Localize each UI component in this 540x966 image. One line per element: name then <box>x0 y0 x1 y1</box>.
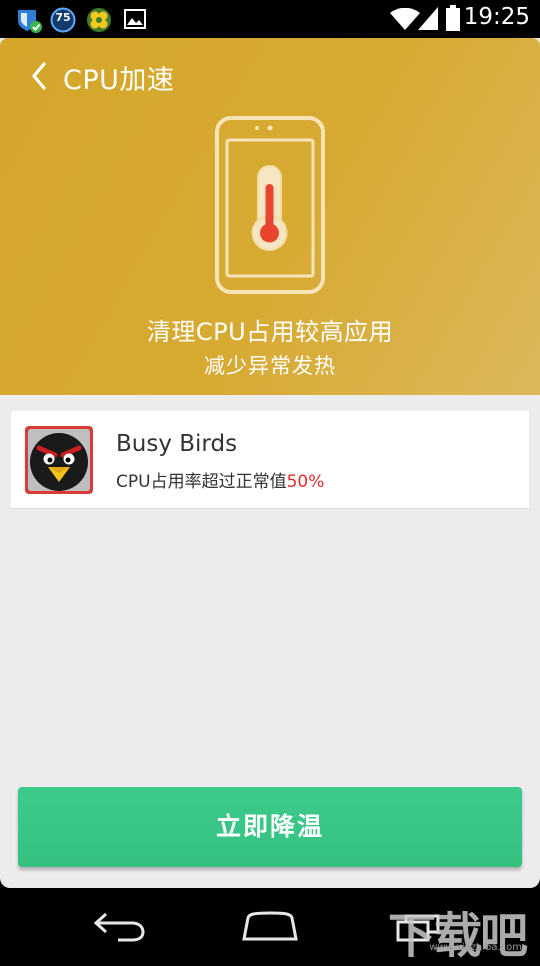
watermark-url: www.xiazaiba.com <box>429 942 522 953</box>
notification-badge-count: 75 <box>55 11 71 24</box>
app-name: Busy Birds <box>116 431 238 457</box>
header-headline: 清理CPU占用较高应用 <box>146 318 394 346</box>
back-nav-icon[interactable] <box>92 910 148 946</box>
wifi-icon <box>390 7 420 34</box>
app-cpu-desc: CPU占用率超过正常值 <box>116 472 287 492</box>
app-window: CPU加速 清理CPU占用较高应用 减少异常发热 Busy Birds CPU占… <box>0 38 540 888</box>
signal-icon <box>418 7 438 34</box>
page-title: CPU加速 <box>63 65 175 96</box>
watermark-text: 下载吧 <box>387 908 528 964</box>
status-time: 19:25 <box>463 4 530 30</box>
app-cpu-usage: CPU占用率超过正常值50% <box>116 467 324 492</box>
home-nav-icon[interactable] <box>240 910 300 946</box>
phone-thermometer-icon <box>215 116 327 300</box>
clover-app-icon <box>86 7 112 37</box>
app-cpu-value: 50% <box>286 472 325 492</box>
battery-icon <box>446 5 460 35</box>
header-subtitle: 减少异常发热 <box>204 354 336 378</box>
image-icon <box>124 9 146 33</box>
status-bar: 75 19:25 <box>0 0 540 38</box>
list-item[interactable]: Busy Birds CPU占用率超过正常值50% <box>11 411 529 509</box>
back-button[interactable] <box>26 58 56 94</box>
angry-bird-app-icon <box>25 426 93 494</box>
nav-bar: 下载吧 www.xiazaiba.com <box>0 890 540 964</box>
chevron-left-icon <box>32 62 46 90</box>
shield-check-icon <box>16 7 42 37</box>
header-banner: CPU加速 清理CPU占用较高应用 减少异常发热 <box>0 38 540 395</box>
cool-down-button[interactable]: 立即降温 <box>18 787 522 867</box>
speed-badge-icon: 75 <box>50 7 76 37</box>
